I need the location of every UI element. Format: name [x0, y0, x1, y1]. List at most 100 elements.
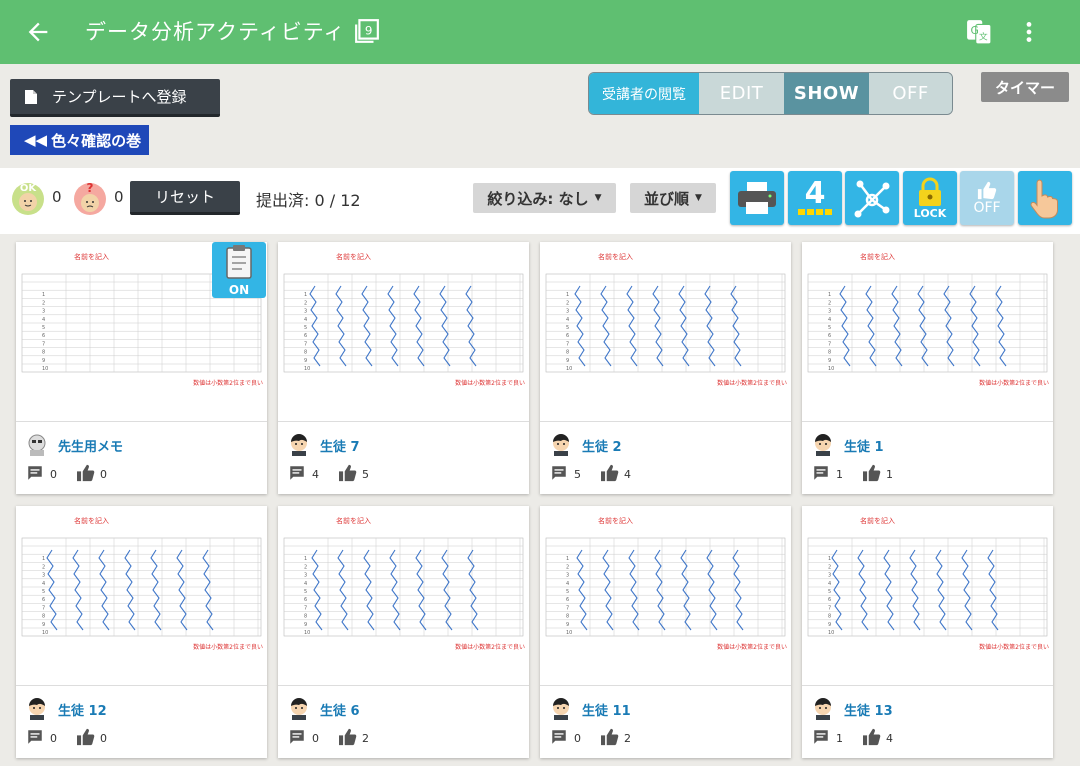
clipboard-on-button[interactable]: ON	[212, 242, 266, 298]
svg-text:9: 9	[42, 622, 45, 628]
svg-text:4: 4	[304, 581, 307, 587]
comment-icon[interactable]	[812, 464, 830, 482]
worksheet-thumbnail[interactable]: 1 2 3 4 5 6 7 8 9 10 名前を記入 数値は小数第2位まで良い	[278, 506, 529, 686]
sort-dropdown[interactable]: 並び順 ▼	[630, 183, 716, 213]
thumbs-up-icon[interactable]	[600, 464, 620, 482]
submission-card[interactable]: 1 2 3 4 5 6 7 8 9 10 名前を記入 数値は小数第2位まで良い 生徒 60 2	[278, 506, 529, 758]
thumbs-up-icon[interactable]	[338, 464, 358, 482]
network-button[interactable]	[845, 171, 899, 225]
svg-text:9: 9	[828, 622, 831, 628]
viewer-mode-off[interactable]: OFF	[869, 73, 952, 114]
card-meta: 先生用メモ 0 0	[16, 422, 267, 494]
back-arrow-icon[interactable]	[24, 18, 52, 46]
svg-text:7: 7	[42, 341, 45, 347]
comment-icon[interactable]	[288, 464, 306, 482]
thumbs-up-icon[interactable]	[862, 464, 882, 482]
page-number-icon[interactable]: 9	[354, 18, 380, 44]
thumbs-up-icon[interactable]	[338, 728, 358, 746]
svg-text:5: 5	[304, 325, 307, 331]
submission-card[interactable]: 1 2 3 4 5 6 7 8 9 10 名前を記入 数値は小数第2位まで良い 生徒 254	[540, 242, 791, 494]
register-template-button[interactable]: テンプレートへ登録	[10, 79, 220, 117]
book-button[interactable]: ◀◀ 色々確認の巻	[10, 125, 149, 155]
svg-text:6: 6	[828, 597, 831, 603]
pointer-button[interactable]	[1018, 171, 1072, 225]
comment-icon[interactable]	[812, 728, 830, 746]
worksheet-note: 数値は小数第2位まで良い	[455, 644, 525, 651]
worksheet-table-image: 1 2 3 4 5 6 7 8 9 10	[545, 273, 786, 373]
question-face-icon[interactable]: ?	[70, 177, 110, 217]
svg-text:4: 4	[42, 581, 45, 587]
thumbs-up-icon[interactable]	[862, 728, 882, 746]
document-icon	[25, 89, 37, 104]
reset-button[interactable]: リセット	[130, 181, 240, 215]
svg-text:1: 1	[566, 556, 569, 562]
card-author-name[interactable]: 先生用メモ	[58, 436, 123, 455]
worksheet-thumbnail[interactable]: 1 2 3 4 5 6 7 8 9 10 名前を記入 数値は小数第2位まで良い	[540, 242, 791, 422]
worksheet-thumbnail[interactable]: 1 2 3 4 5 6 7 8 9 10 名前を記入 数値は小数第2位まで良い	[802, 506, 1053, 686]
svg-text:7: 7	[304, 341, 307, 347]
thumbs-up-off-icon	[977, 181, 997, 200]
caret-down-icon: ▼	[695, 193, 702, 203]
svg-text:9: 9	[42, 358, 45, 364]
timer-button[interactable]: タイマー	[981, 72, 1069, 102]
card-author-name[interactable]: 生徒 13	[844, 700, 893, 719]
grid-size-button[interactable]: 4	[788, 171, 842, 225]
svg-text:文: 文	[979, 31, 988, 43]
viewer-mode-show[interactable]: SHOW	[784, 73, 869, 114]
submission-card[interactable]: 1 2 3 4 5 6 7 8 9 10 名前を記入 数値は小数第2位まで良い 生徒 13 1 4	[802, 506, 1053, 758]
thumbs-up-icon[interactable]	[600, 728, 620, 746]
svg-text:7: 7	[304, 605, 307, 611]
worksheet-title: 名前を記入	[860, 517, 895, 525]
svg-text:10: 10	[304, 630, 310, 636]
comment-icon[interactable]	[26, 464, 44, 482]
card-meta: 生徒 74 5	[278, 422, 529, 494]
lock-button[interactable]: LOCK	[903, 171, 957, 225]
svg-text:3: 3	[42, 309, 45, 315]
worksheet-thumbnail[interactable]: 1 2 3 4 5 6 7 8 9 10 名前を記入 数値は小数第2位まで良い	[540, 506, 791, 686]
worksheet-table-image: 1 2 3 4 5 6 7 8 9 10	[21, 537, 262, 637]
svg-text:9: 9	[566, 622, 569, 628]
card-author-name[interactable]: 生徒 11	[582, 700, 631, 719]
card-author-name[interactable]: 生徒 2	[582, 436, 622, 455]
filter-dropdown[interactable]: 絞り込み: なし ▼	[473, 183, 616, 213]
comment-icon[interactable]	[26, 728, 44, 746]
submitted-status: 提出済: 0 / 12	[256, 191, 361, 210]
student-avatar-icon	[29, 698, 45, 720]
worksheet-thumbnail[interactable]: 1 2 3 4 5 6 7 8 9 10 名前を記入 数値は小数第2位まで良い	[802, 242, 1053, 422]
comment-icon[interactable]	[550, 728, 568, 746]
viewer-mode-edit[interactable]: EDIT	[699, 73, 784, 114]
comment-count: 0	[312, 732, 319, 745]
svg-text:6: 6	[304, 333, 307, 339]
submission-card[interactable]: 1 2 3 4 5 6 7 8 9 10 名前を記入 数値は小数第2位まで良い 生徒 12 0 0	[16, 506, 267, 758]
comment-icon[interactable]	[288, 728, 306, 746]
card-author-name[interactable]: 生徒 12	[58, 700, 107, 719]
submission-card[interactable]: 1 2 3 4 5 6 7 8 9 10 名前を記入 数値は小数第2位まで良い 生徒 111	[802, 242, 1053, 494]
more-vertical-icon[interactable]	[1016, 18, 1042, 46]
svg-text:3: 3	[304, 573, 307, 579]
submission-card[interactable]: 1 2 3 4 5 6 7 8 9 10 名前を記入 数値は小数第2位まで良い ON 先生用メモ 0 0	[16, 242, 267, 494]
worksheet-thumbnail[interactable]: 1 2 3 4 5 6 7 8 9 10 名前を記入 数値は小数第2位まで良い ON	[16, 242, 267, 422]
filter-row: OK 0 ? 0 リセット 提出済: 0 / 12 絞り込み: なし ▼ 並び順…	[0, 168, 1080, 234]
svg-text:2: 2	[828, 564, 831, 570]
like-count: 0	[100, 732, 107, 745]
print-button[interactable]	[730, 171, 784, 225]
submission-card[interactable]: 1 2 3 4 5 6 7 8 9 10 名前を記入 数値は小数第2位まで良い 生徒 745	[278, 242, 529, 494]
svg-text:6: 6	[42, 333, 45, 339]
svg-text:5: 5	[304, 589, 307, 595]
worksheet-thumbnail[interactable]: 1 2 3 4 5 6 7 8 9 10 名前を記入 数値は小数第2位まで良い	[16, 506, 267, 686]
ok-face-icon[interactable]: OK	[8, 177, 48, 217]
reaction-toggle[interactable]: OFF	[960, 171, 1014, 225]
svg-text:G: G	[970, 24, 978, 37]
thumbs-up-icon[interactable]	[76, 464, 96, 482]
thumbs-up-icon[interactable]	[76, 728, 96, 746]
worksheet-thumbnail[interactable]: 1 2 3 4 5 6 7 8 9 10 名前を記入 数値は小数第2位まで良い	[278, 242, 529, 422]
submission-card[interactable]: 1 2 3 4 5 6 7 8 9 10 名前を記入 数値は小数第2位まで良い 生徒 11 0 2	[540, 506, 791, 758]
card-author-name[interactable]: 生徒 6	[320, 700, 360, 719]
card-author-name[interactable]: 生徒 1	[844, 436, 884, 455]
svg-text:1: 1	[828, 556, 831, 562]
translate-icon[interactable]: G 文	[966, 19, 992, 45]
worksheet-table-image: 1 2 3 4 5 6 7 8 9 10	[807, 273, 1048, 373]
comment-icon[interactable]	[550, 464, 568, 482]
svg-text:5: 5	[566, 589, 569, 595]
card-author-name[interactable]: 生徒 7	[320, 436, 360, 455]
